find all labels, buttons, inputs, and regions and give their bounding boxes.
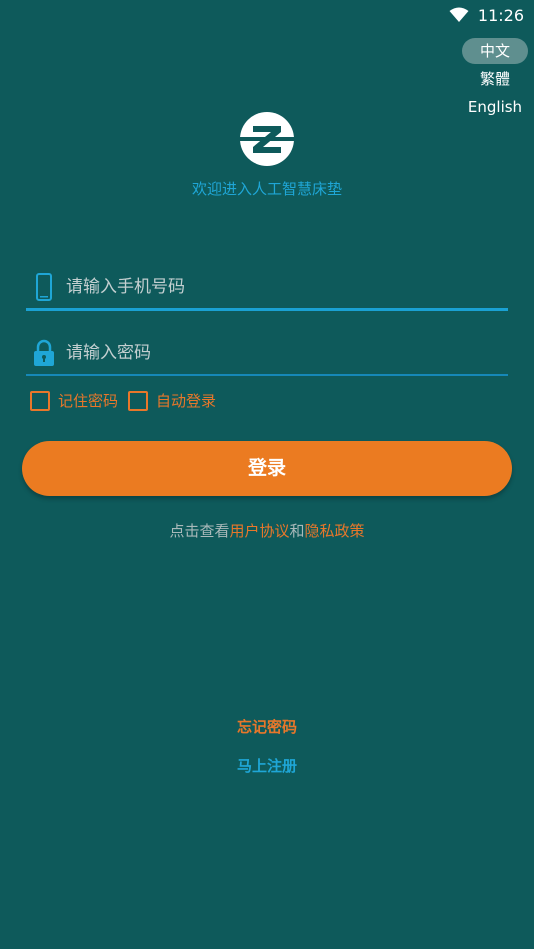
agreement-prefix: 点击查看 <box>169 522 230 540</box>
phone-field-row <box>26 266 508 311</box>
login-button[interactable]: 登录 <box>22 441 512 496</box>
checkbox-box[interactable] <box>128 390 149 411</box>
z-logo-icon <box>239 111 295 167</box>
remember-password-label: 记住密码 <box>58 392 119 410</box>
auto-login-label: 自动登录 <box>156 392 217 410</box>
auto-login-checkbox[interactable]: 自动登录 <box>128 390 216 411</box>
welcome-text: 欢迎进入人工智慧床垫 <box>191 180 342 198</box>
lock-icon <box>26 335 62 371</box>
privacy-policy-link[interactable]: 隐私政策 <box>305 522 365 540</box>
password-input[interactable] <box>62 342 508 364</box>
register-link[interactable]: 马上注册 <box>0 755 534 776</box>
login-screen: 11:26 中文 繁體 English 欢迎进入人工智慧床垫 请输入手机号码 记… <box>0 0 534 949</box>
agreement-text: 点击查看用户协议和隐私政策 <box>0 520 534 541</box>
language-option-simplified[interactable]: 中文 <box>462 38 528 64</box>
remember-password-checkbox[interactable]: 记住密码 <box>30 390 118 411</box>
user-agreement-link[interactable]: 用户协议 <box>229 522 289 540</box>
wifi-icon <box>448 6 470 24</box>
phone-icon <box>26 269 62 305</box>
phone-input[interactable] <box>62 276 508 298</box>
password-field-row <box>26 332 508 376</box>
status-time: 11:26 <box>477 5 524 25</box>
forgot-password-link[interactable]: 忘记密码 <box>0 716 534 737</box>
agreement-and: 和 <box>289 522 305 540</box>
language-option-traditional[interactable]: 繁體 <box>462 66 528 92</box>
language-option-english[interactable]: English <box>462 94 528 120</box>
language-switch: 中文 繁體 English <box>456 38 534 122</box>
login-options: 记住密码 自动登录 <box>30 390 216 411</box>
checkbox-box[interactable] <box>30 390 50 411</box>
status-bar: 11:26 <box>448 0 534 30</box>
